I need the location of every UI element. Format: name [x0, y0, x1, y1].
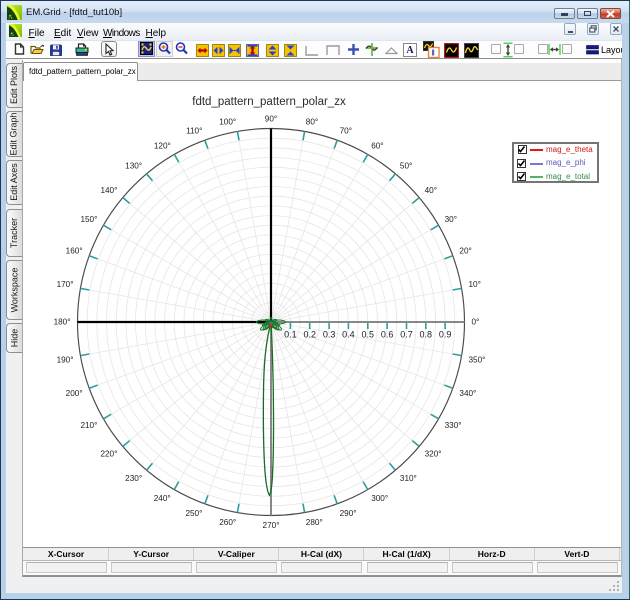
svg-text:0.5: 0.5	[362, 330, 375, 340]
svg-text:200°: 200°	[66, 389, 83, 398]
svg-text:330°: 330°	[445, 421, 462, 430]
svg-text:130°: 130°	[125, 161, 142, 170]
svg-text:110°: 110°	[186, 127, 202, 136]
svg-text:20°: 20°	[459, 246, 471, 255]
svg-text:180°: 180°	[54, 318, 71, 327]
svg-text:140°: 140°	[100, 186, 117, 195]
svg-text:310°: 310°	[400, 474, 417, 483]
svg-text:0.8: 0.8	[420, 330, 433, 340]
svg-text:190°: 190°	[57, 355, 74, 364]
svg-text:240°: 240°	[154, 494, 171, 503]
svg-text:290°: 290°	[340, 509, 357, 518]
svg-text:0.2: 0.2	[303, 330, 316, 340]
svg-text:320°: 320°	[425, 449, 442, 458]
svg-text:210°: 210°	[80, 421, 97, 430]
svg-text:250°: 250°	[185, 509, 202, 518]
svg-text:50°: 50°	[400, 161, 412, 170]
svg-text:220°: 220°	[100, 449, 117, 458]
svg-text:70°: 70°	[340, 127, 352, 136]
svg-text:300°: 300°	[371, 494, 388, 503]
svg-text:0.3: 0.3	[323, 330, 336, 340]
svg-text:80°: 80°	[306, 118, 318, 127]
svg-text:120°: 120°	[154, 141, 171, 150]
svg-text:100°: 100°	[219, 118, 236, 127]
svg-text:60°: 60°	[371, 141, 383, 150]
svg-text:0.7: 0.7	[400, 330, 413, 340]
svg-text:0.4: 0.4	[342, 330, 355, 340]
svg-text:350°: 350°	[469, 355, 486, 364]
svg-text:0.6: 0.6	[381, 330, 394, 340]
svg-text:230°: 230°	[125, 474, 142, 483]
svg-text:90°: 90°	[265, 115, 277, 124]
svg-text:160°: 160°	[66, 246, 83, 255]
svg-text:260°: 260°	[219, 518, 236, 527]
svg-text:40°: 40°	[425, 186, 437, 195]
svg-text:170°: 170°	[57, 280, 74, 289]
svg-text:10°: 10°	[469, 280, 481, 289]
svg-text:0.1: 0.1	[284, 330, 297, 340]
svg-text:280°: 280°	[306, 518, 323, 527]
svg-text:30°: 30°	[445, 215, 457, 224]
svg-text:150°: 150°	[80, 215, 97, 224]
svg-text:0.9: 0.9	[439, 330, 452, 340]
svg-text:270°: 270°	[263, 521, 280, 530]
svg-text:0°: 0°	[472, 318, 480, 327]
svg-text:340°: 340°	[459, 389, 476, 398]
